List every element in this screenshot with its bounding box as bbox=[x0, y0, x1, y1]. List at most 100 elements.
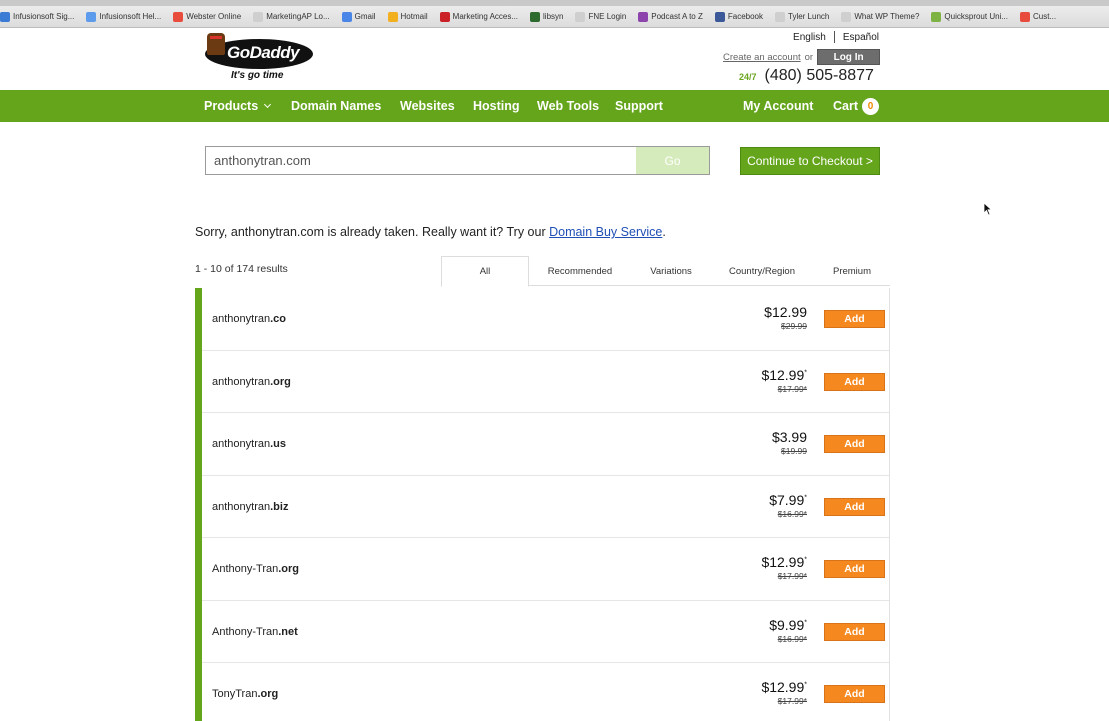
bookmark-item[interactable]: Webster Online bbox=[173, 11, 242, 22]
domain-base: anthonytran bbox=[212, 375, 271, 388]
lang-english[interactable]: English bbox=[793, 32, 826, 43]
domain-tld: .us bbox=[270, 438, 287, 450]
domain-base: anthonytran bbox=[212, 500, 271, 513]
price: $12.99 bbox=[764, 304, 807, 320]
add-to-cart-button[interactable]: Add bbox=[824, 685, 885, 703]
bookmark-label: Gmail bbox=[354, 12, 376, 21]
continue-to-checkout-button[interactable]: Continue to Checkout > bbox=[740, 147, 880, 175]
tab-recommended[interactable]: Recommended bbox=[533, 256, 627, 286]
domain-result-row: anthonytran .org $12.99* $17.99* Add bbox=[202, 351, 889, 413]
nav-products-label: Products bbox=[204, 99, 259, 113]
domain-result-row: Anthony-Tran .net $9.99* $16.99* Add bbox=[202, 601, 889, 663]
price: $12.99* bbox=[761, 367, 807, 383]
go-button[interactable]: Go bbox=[636, 146, 710, 175]
bookmarks-bar: Infusionsoft Sig... Infusionsoft Hel... We… bbox=[0, 6, 1109, 28]
domain-name: Anthony-Tran .org bbox=[212, 538, 299, 600]
bookmark-favicon-icon bbox=[341, 11, 352, 22]
bookmark-item[interactable]: Marketing Acces... bbox=[439, 11, 518, 22]
original-price: $16.99* bbox=[777, 508, 807, 519]
bookmark-favicon-icon bbox=[575, 11, 586, 22]
nav-products[interactable]: Products bbox=[204, 90, 272, 122]
add-to-cart-button[interactable]: Add bbox=[824, 622, 885, 641]
price: $9.99* bbox=[769, 617, 807, 633]
bookmark-label: What WP Theme? bbox=[854, 12, 920, 21]
price: $12.99* bbox=[761, 679, 807, 695]
nav-web-tools[interactable]: Web Tools bbox=[537, 90, 599, 122]
create-account-link[interactable]: Create an account bbox=[723, 52, 801, 63]
nav-hosting[interactable]: Hosting bbox=[473, 90, 520, 122]
lang-espanol[interactable]: Español bbox=[843, 32, 879, 43]
bookmark-favicon-icon bbox=[931, 11, 942, 22]
add-to-cart-button[interactable]: Add bbox=[824, 497, 885, 516]
bookmark-label: Infusionsoft Hel... bbox=[99, 12, 162, 21]
original-price: $17.99* bbox=[777, 383, 807, 394]
add-to-cart-button[interactable]: Add bbox=[824, 560, 885, 578]
godaddy-logo[interactable]: GoDaddy It's go time bbox=[203, 33, 315, 85]
phone-number[interactable]: (480) 505-8877 bbox=[765, 67, 874, 85]
language-switcher: English Español bbox=[793, 31, 879, 43]
bookmark-favicon-icon bbox=[775, 11, 785, 22]
bookmark-item[interactable]: libsyn bbox=[530, 11, 563, 22]
bookmark-item[interactable]: What WP Theme? bbox=[841, 11, 920, 22]
bookmark-label: Cust... bbox=[1033, 12, 1057, 21]
bookmark-label: Facebook bbox=[727, 12, 763, 21]
price-block: $12.99* $17.99* bbox=[761, 367, 807, 394]
bookmark-favicon-icon bbox=[714, 11, 725, 22]
bookmark-label: FNE Login bbox=[588, 12, 627, 21]
domain-tld: .net bbox=[278, 625, 298, 638]
price-block: $7.99* $16.99* bbox=[769, 492, 807, 519]
price-footnote-mark: * bbox=[804, 681, 807, 689]
tab-variations[interactable]: Variations bbox=[637, 256, 705, 286]
bookmark-item[interactable]: Hotmail bbox=[387, 11, 428, 22]
add-to-cart-button[interactable]: Add bbox=[824, 372, 885, 391]
bookmark-item[interactable]: Infusionsoft Hel... bbox=[86, 11, 162, 22]
domain-buy-service-link[interactable]: Domain Buy Service bbox=[549, 225, 662, 239]
bookmark-favicon-icon bbox=[253, 11, 264, 22]
bookmark-item[interactable]: Facebook bbox=[714, 11, 763, 22]
tab-country-region[interactable]: Country/Region bbox=[717, 256, 807, 286]
auth-links: Create an account or Log In bbox=[723, 49, 881, 65]
logo-tagline: It's go time bbox=[231, 70, 284, 81]
original-price: $17.99* bbox=[777, 696, 807, 706]
price-footnote-mark: * bbox=[804, 368, 807, 376]
nav-websites[interactable]: Websites bbox=[400, 90, 455, 122]
lang-divider bbox=[833, 31, 835, 43]
domain-base: Anthony-Tran bbox=[212, 625, 279, 638]
nav-domain-names[interactable]: Domain Names bbox=[291, 90, 381, 122]
results-list: anthonytran .co $12.99 $29.99 Add anthonytran… bbox=[195, 288, 890, 721]
tab-premium[interactable]: Premium bbox=[821, 256, 883, 286]
bookmark-item[interactable]: Podcast A to Z bbox=[638, 11, 703, 22]
nav-support[interactable]: Support bbox=[615, 90, 663, 122]
bookmark-label: MarketingAP Lo... bbox=[266, 12, 330, 21]
bookmark-item[interactable]: MarketingAP Lo... bbox=[253, 11, 330, 22]
domain-result-row: anthonytran .us $3.99 $19.99 Add bbox=[202, 413, 889, 476]
main-nav: Products Domain Names Websites Hosting W… bbox=[0, 90, 1109, 122]
add-to-cart-button[interactable]: Add bbox=[824, 435, 885, 453]
results-tabs: All Recommended Variations Country/Regio… bbox=[441, 256, 890, 287]
price-block: $12.99 $29.99 bbox=[764, 304, 807, 331]
original-price: $17.99* bbox=[777, 571, 807, 581]
chevron-down-icon bbox=[264, 100, 272, 109]
bookmark-item[interactable]: Infusionsoft Sig... bbox=[0, 11, 74, 22]
domain-search-input[interactable] bbox=[205, 146, 637, 175]
add-to-cart-button[interactable]: Add bbox=[824, 310, 885, 328]
bookmark-item[interactable]: FNE Login bbox=[575, 11, 627, 22]
nav-cart[interactable]: Cart 0 bbox=[833, 90, 880, 122]
price-block: $12.99* $17.99* bbox=[761, 679, 807, 706]
logo-hat-icon bbox=[207, 33, 225, 55]
bookmark-label: Webster Online bbox=[186, 12, 242, 21]
bookmark-item[interactable]: Quicksprout Uni... bbox=[931, 11, 1008, 22]
results-count: 1 - 10 of 174 results bbox=[195, 263, 288, 275]
bookmark-item[interactable]: Cust... bbox=[1020, 11, 1057, 22]
bookmark-favicon-icon bbox=[173, 11, 184, 22]
tab-all[interactable]: All bbox=[441, 256, 529, 287]
bookmark-item[interactable]: Tyler Lunch bbox=[775, 11, 829, 22]
bookmark-item[interactable]: Gmail bbox=[341, 11, 376, 22]
domain-taken-message: Sorry, anthonytran.com is already taken.… bbox=[195, 225, 666, 239]
login-button[interactable]: Log In bbox=[817, 49, 881, 65]
domain-tld: .org bbox=[270, 375, 291, 388]
domain-result-row: anthonytran .co $12.99 $29.99 Add bbox=[202, 288, 889, 351]
original-price: $19.99 bbox=[781, 446, 807, 456]
nav-my-account[interactable]: My Account bbox=[743, 90, 813, 122]
domain-base: Anthony-Tran bbox=[212, 563, 279, 575]
